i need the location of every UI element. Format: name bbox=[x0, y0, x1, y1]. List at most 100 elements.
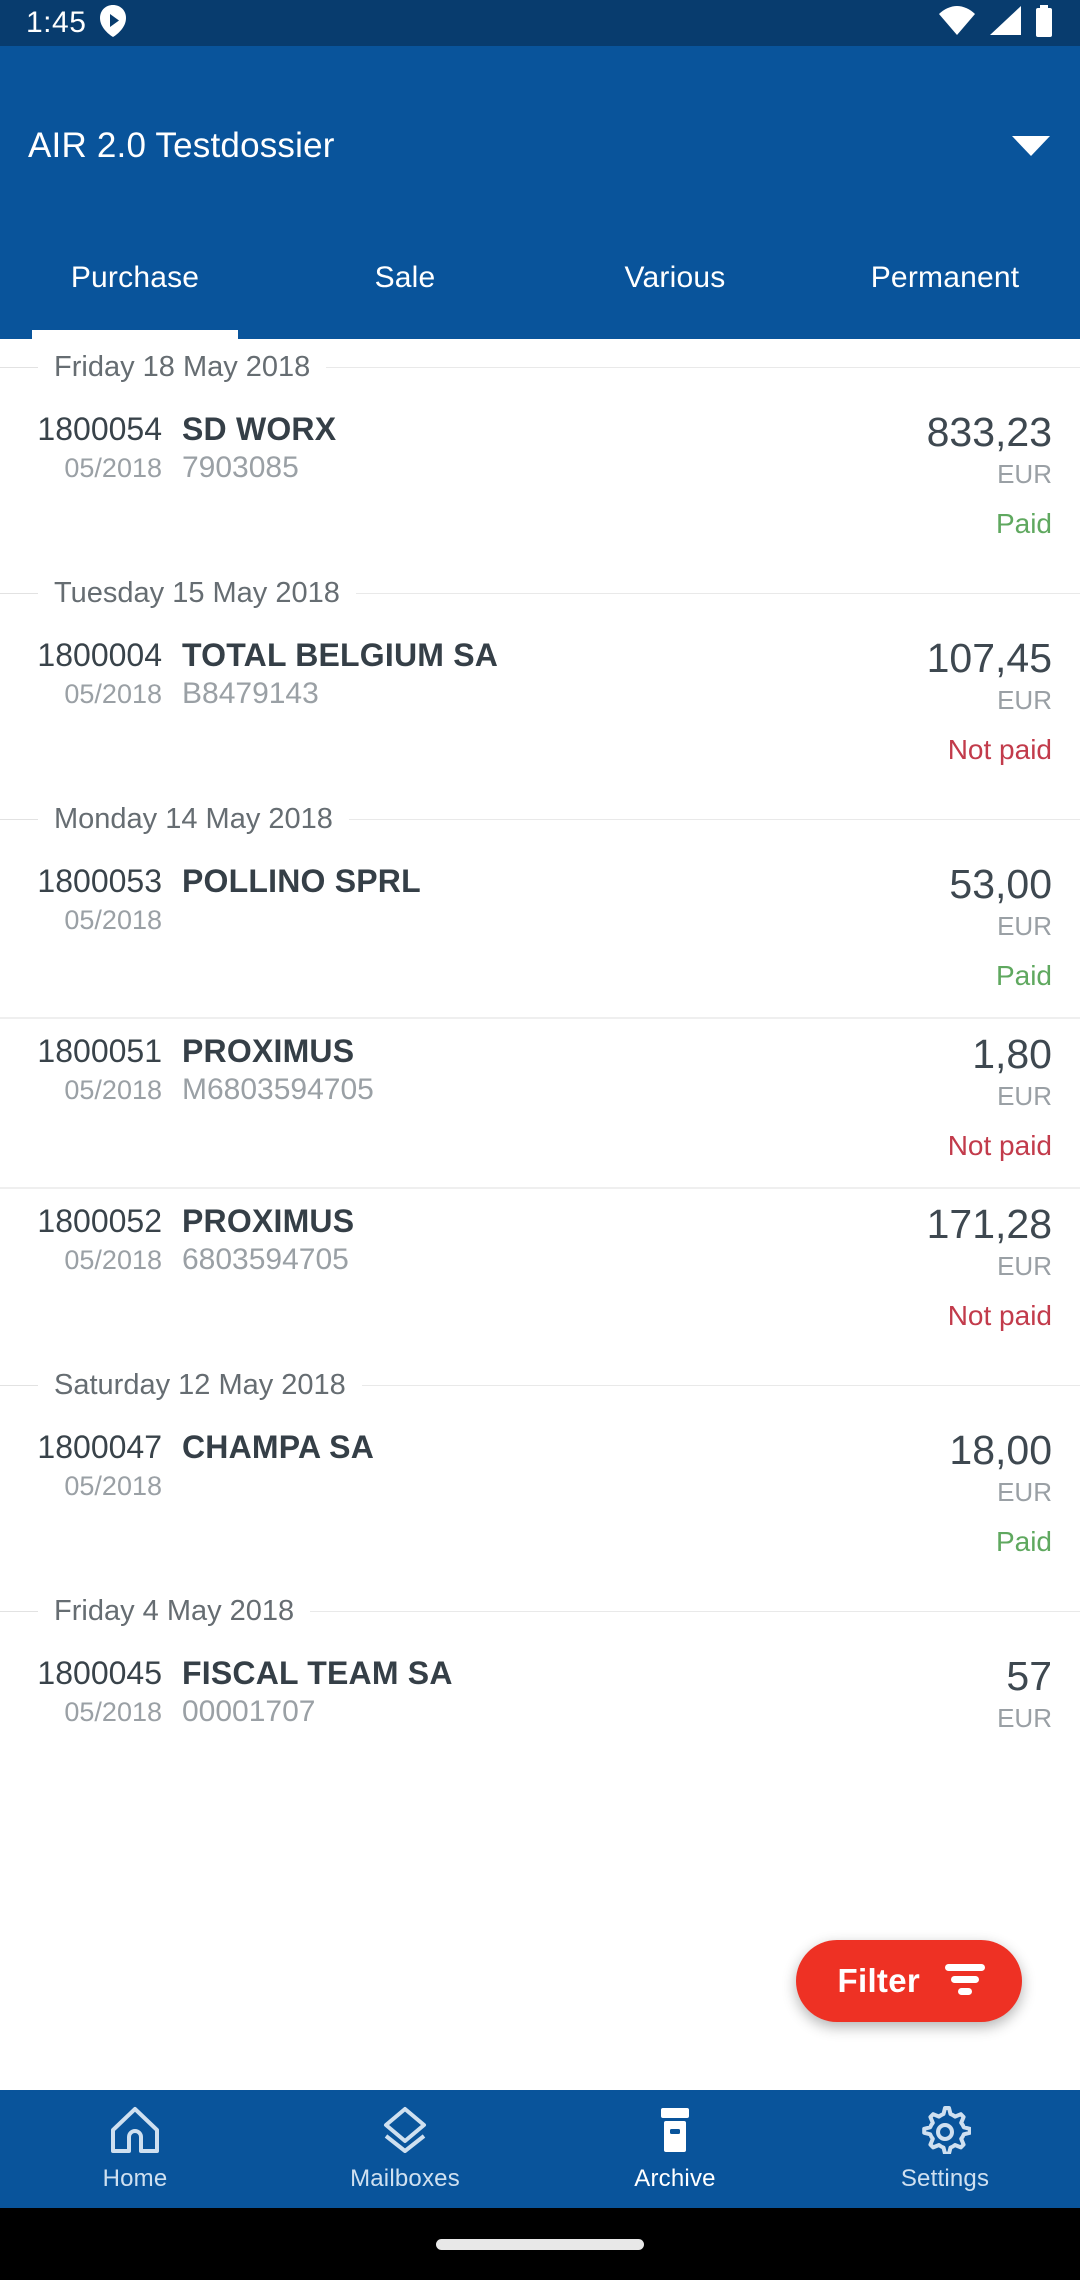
party-name: SD WORX bbox=[182, 411, 337, 447]
table-row[interactable]: 1800051 05/2018 PROXIMUS M6803594705 1,8… bbox=[0, 1017, 1080, 1187]
rule bbox=[0, 1610, 38, 1612]
tab-purchase-label: Purchase bbox=[70, 261, 200, 294]
tab-purchase[interactable]: Purchase bbox=[0, 247, 270, 339]
document-number: 1800051 bbox=[37, 1033, 162, 1069]
row-identifier: 1800051 05/2018 bbox=[22, 1031, 162, 1187]
nav-item-archive[interactable]: Archive bbox=[540, 2106, 810, 2193]
document-number: 1800053 bbox=[37, 863, 162, 899]
table-row[interactable]: 1800004 05/2018 TOTAL BELGIUM SA B847914… bbox=[0, 621, 1080, 791]
document-number: 1800047 bbox=[37, 1429, 162, 1465]
status-badge: Paid bbox=[995, 508, 1052, 539]
row-amount: 833,23 EUR Paid bbox=[752, 409, 1052, 565]
date-label: Friday 4 May 2018 bbox=[54, 1594, 295, 1627]
document-list[interactable]: Friday 18 May 2018 1800054 05/2018 SD WO… bbox=[0, 339, 1080, 2090]
tab-various[interactable]: Various bbox=[540, 247, 810, 339]
play-badge-icon bbox=[100, 4, 127, 42]
date-group-header: Saturday 12 May 2018 bbox=[0, 1357, 1080, 1413]
currency-label: EUR bbox=[997, 1477, 1052, 1507]
date-group-header: Friday 18 May 2018 bbox=[0, 339, 1080, 395]
date-group-header: Friday 4 May 2018 bbox=[0, 1583, 1080, 1639]
table-row[interactable]: 1800045 05/2018 FISCAL TEAM SA 00001707 … bbox=[0, 1639, 1080, 1809]
currency-label: EUR bbox=[997, 1251, 1052, 1281]
document-number: 1800052 bbox=[37, 1203, 162, 1239]
party-name: TOTAL BELGIUM SA bbox=[182, 637, 499, 673]
status-bar: 1:45 bbox=[0, 0, 1080, 46]
party-reference: 7903085 bbox=[182, 451, 299, 484]
row-party: TOTAL BELGIUM SA B8479143 bbox=[162, 635, 752, 791]
rule bbox=[0, 818, 38, 820]
nav-item-mailboxes[interactable]: Mailboxes bbox=[270, 2106, 540, 2193]
wifi-icon bbox=[938, 5, 976, 41]
row-identifier: 1800054 05/2018 bbox=[22, 409, 162, 565]
table-row[interactable]: 1800052 05/2018 PROXIMUS 6803594705 171,… bbox=[0, 1187, 1080, 1357]
page-title: AIR 2.0 Testdossier bbox=[28, 126, 335, 165]
rule bbox=[0, 592, 38, 594]
row-party: CHAMPA SA bbox=[162, 1427, 752, 1583]
row-identifier: 1800052 05/2018 bbox=[22, 1201, 162, 1357]
row-identifier: 1800053 05/2018 bbox=[22, 861, 162, 1017]
row-amount: 53,00 EUR Paid bbox=[752, 861, 1052, 1017]
app-bar: AIR 2.0 Testdossier bbox=[0, 46, 1080, 247]
home-indicator[interactable] bbox=[436, 2238, 644, 2250]
nav-item-settings[interactable]: Settings bbox=[810, 2105, 1080, 2193]
tab-permanent[interactable]: Permanent bbox=[810, 247, 1080, 339]
party-reference: B8479143 bbox=[182, 677, 319, 710]
cellular-signal-icon bbox=[988, 5, 1022, 41]
document-period: 05/2018 bbox=[64, 1245, 162, 1275]
date-group-header: Monday 14 May 2018 bbox=[0, 791, 1080, 847]
date-label: Tuesday 15 May 2018 bbox=[54, 576, 340, 609]
battery-icon bbox=[1034, 4, 1054, 42]
nav-item-home[interactable]: Home bbox=[0, 2106, 270, 2193]
rule bbox=[355, 592, 1080, 594]
rule bbox=[361, 1384, 1080, 1386]
party-reference: 00001707 bbox=[182, 1695, 316, 1728]
status-badge: Paid bbox=[995, 960, 1052, 991]
party-reference: 6803594705 bbox=[182, 1243, 349, 1276]
dossier-selector[interactable]: AIR 2.0 Testdossier bbox=[0, 106, 1080, 186]
party-name: PROXIMUS bbox=[182, 1203, 355, 1239]
rule bbox=[348, 818, 1080, 820]
row-identifier: 1800045 05/2018 bbox=[22, 1653, 162, 1809]
gear-icon bbox=[919, 2105, 972, 2159]
date-group-header: Tuesday 15 May 2018 bbox=[0, 565, 1080, 621]
party-name: PROXIMUS bbox=[182, 1033, 355, 1069]
document-period: 05/2018 bbox=[64, 453, 162, 483]
status-badge: Not paid bbox=[947, 1130, 1052, 1161]
gesture-navigation-bar bbox=[0, 2208, 1080, 2280]
currency-label: EUR bbox=[997, 685, 1052, 715]
bottom-navigation: Home Mailboxes Archive Settings bbox=[0, 2090, 1080, 2208]
document-period: 05/2018 bbox=[64, 679, 162, 709]
row-amount: 57 EUR bbox=[752, 1653, 1052, 1809]
row-party: SD WORX 7903085 bbox=[162, 409, 752, 565]
chevron-down-icon[interactable] bbox=[1012, 136, 1050, 156]
archive-icon bbox=[649, 2106, 701, 2159]
currency-label: EUR bbox=[997, 1081, 1052, 1111]
layers-icon bbox=[379, 2106, 431, 2159]
filter-button[interactable]: Filter bbox=[795, 1940, 1022, 2022]
tab-various-label: Various bbox=[624, 261, 726, 294]
row-amount: 1,80 EUR Not paid bbox=[752, 1031, 1052, 1187]
date-label: Friday 18 May 2018 bbox=[54, 350, 311, 383]
document-period: 05/2018 bbox=[64, 1471, 162, 1501]
nav-label-settings: Settings bbox=[900, 2164, 990, 2192]
row-amount: 18,00 EUR Paid bbox=[752, 1427, 1052, 1583]
table-row[interactable]: 1800054 05/2018 SD WORX 7903085 833,23 E… bbox=[0, 395, 1080, 565]
amount-value: 107,45 bbox=[926, 635, 1052, 681]
nav-label-home: Home bbox=[102, 2164, 168, 2192]
table-row[interactable]: 1800053 05/2018 POLLINO SPRL 53,00 EUR P… bbox=[0, 847, 1080, 1017]
party-reference: M6803594705 bbox=[182, 1073, 374, 1106]
currency-label: EUR bbox=[997, 911, 1052, 941]
document-period: 05/2018 bbox=[64, 1697, 162, 1727]
nav-label-archive: Archive bbox=[634, 2164, 716, 2192]
status-badge: Not paid bbox=[947, 1300, 1052, 1331]
tab-permanent-label: Permanent bbox=[870, 261, 1020, 294]
party-name: POLLINO SPRL bbox=[182, 863, 421, 899]
status-bar-right bbox=[938, 4, 1054, 42]
date-label: Monday 14 May 2018 bbox=[54, 802, 333, 835]
table-row[interactable]: 1800047 05/2018 CHAMPA SA 18,00 EUR Paid bbox=[0, 1413, 1080, 1583]
document-number: 1800004 bbox=[37, 637, 162, 673]
filter-icon bbox=[942, 1961, 988, 2002]
tab-sale[interactable]: Sale bbox=[270, 247, 540, 339]
rule bbox=[326, 366, 1080, 368]
document-number: 1800054 bbox=[37, 411, 162, 447]
